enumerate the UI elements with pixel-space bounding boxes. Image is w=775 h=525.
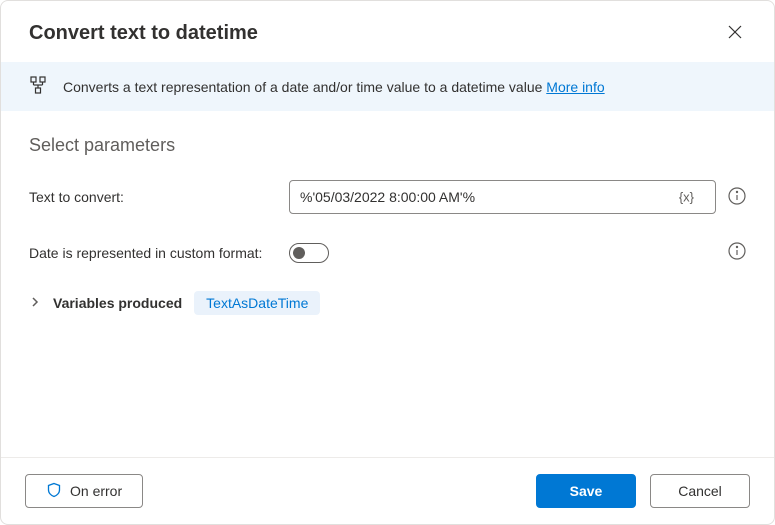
dialog-footer: On error Save Cancel <box>1 457 774 524</box>
close-button[interactable] <box>724 21 746 46</box>
insert-variable-button[interactable]: {x} <box>675 188 698 207</box>
toggle-knob <box>293 247 305 259</box>
info-icon <box>728 242 746 263</box>
save-button[interactable]: Save <box>536 474 636 508</box>
text-to-convert-row: Text to convert: {x} <box>29 180 746 214</box>
text-to-convert-info-button[interactable] <box>728 187 746 208</box>
text-to-convert-input[interactable] <box>289 180 716 214</box>
variable-chip[interactable]: TextAsDateTime <box>194 291 320 315</box>
variables-produced-label: Variables produced <box>53 295 182 311</box>
custom-format-row: Date is represented in custom format: <box>29 242 746 263</box>
on-error-label: On error <box>70 483 122 499</box>
action-icon <box>29 76 47 97</box>
custom-format-info-button[interactable] <box>728 242 746 263</box>
cancel-button[interactable]: Cancel <box>650 474 750 508</box>
info-icon <box>728 187 746 208</box>
dialog-header: Convert text to datetime <box>1 1 774 62</box>
banner-text: Converts a text representation of a date… <box>63 79 605 95</box>
dialog-content: Select parameters Text to convert: {x} D… <box>1 111 774 457</box>
on-error-button[interactable]: On error <box>25 474 143 508</box>
more-info-link[interactable]: More info <box>546 79 604 95</box>
shield-icon <box>46 482 62 501</box>
dialog-title: Convert text to datetime <box>29 22 258 45</box>
chevron-right-icon <box>29 296 41 311</box>
close-icon <box>728 27 742 42</box>
custom-format-toggle[interactable] <box>289 243 329 263</box>
section-title: Select parameters <box>29 135 746 156</box>
info-banner: Converts a text representation of a date… <box>1 62 774 111</box>
expand-variables-button[interactable] <box>29 296 41 311</box>
convert-text-to-datetime-dialog: Convert text to datetime Converts a text… <box>0 0 775 525</box>
text-to-convert-label: Text to convert: <box>29 189 289 205</box>
custom-format-label: Date is represented in custom format: <box>29 245 289 261</box>
variables-produced-row: Variables produced TextAsDateTime <box>29 291 746 315</box>
